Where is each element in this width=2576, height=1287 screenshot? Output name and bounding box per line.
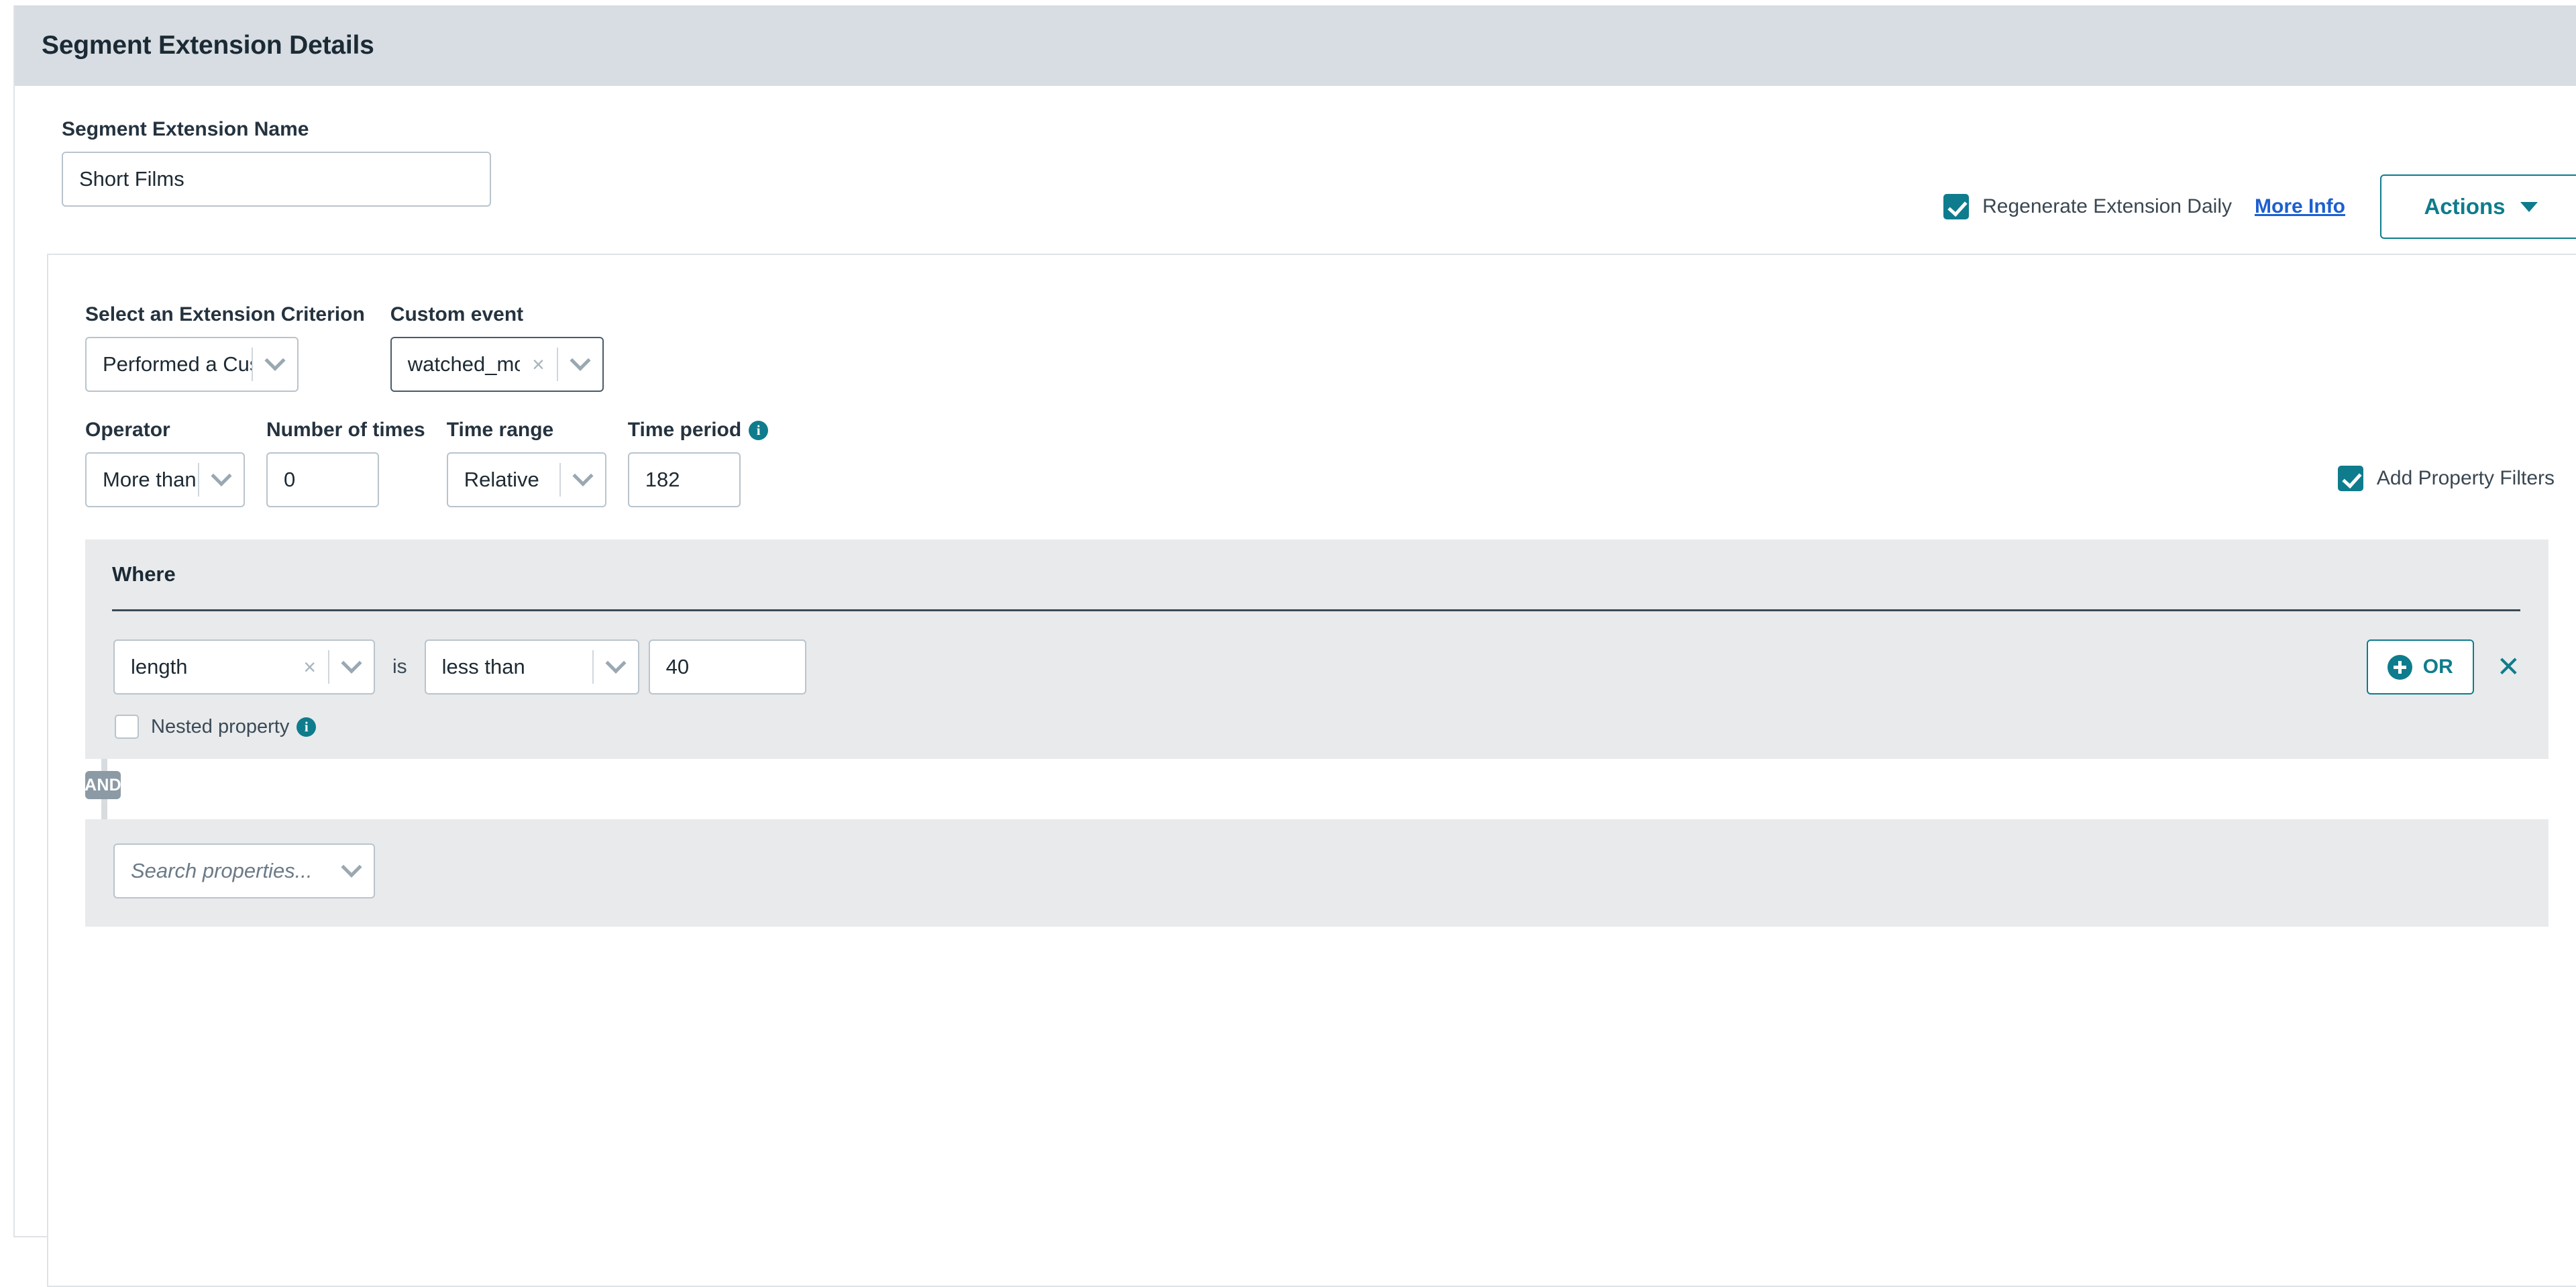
add-property-filters-checkbox[interactable] [2338, 466, 2363, 491]
property-value: length [115, 655, 291, 679]
name-row: Segment Extension Name Short Films Regen… [15, 86, 2576, 207]
number-of-times-field-group: Number of times 0 [266, 419, 425, 507]
criterion-select[interactable]: Performed a Custom Event [85, 337, 299, 392]
time-period-label-text: Time period [628, 419, 741, 441]
actions-button[interactable]: Actions [2380, 174, 2576, 239]
criterion-field-group: Select an Extension Criterion Performed … [85, 303, 365, 392]
where-panel: Where length × is less than [85, 539, 2548, 759]
chevron-down-icon [2520, 202, 2538, 212]
condition-value: less than [426, 655, 592, 679]
segment-name-label: Segment Extension Name [62, 118, 491, 141]
is-label: is [392, 656, 407, 678]
add-property-filters-group: Add Property Filters [2338, 466, 2555, 491]
search-properties-placeholder: Search properties... [115, 859, 329, 883]
custom-event-value: watched_movie [392, 352, 520, 376]
operator-field-group: Operator More than [85, 419, 245, 507]
time-period-label: Time period i [628, 419, 768, 442]
chevron-down-icon [594, 660, 638, 674]
nested-property-group: Nested property i [85, 694, 2548, 739]
nested-property-label: Nested property i [151, 716, 316, 738]
and-connector: AND [85, 759, 2548, 819]
condition-select[interactable]: less than [425, 639, 639, 694]
where-title: Where [112, 562, 176, 586]
regenerate-extension-daily-label: Regenerate Extension Daily [1982, 195, 2232, 218]
custom-event-select[interactable]: watched_movie × [390, 337, 604, 392]
regenerate-extension-daily-checkbox[interactable] [1943, 194, 1969, 219]
time-range-value: Relative [448, 468, 559, 492]
clear-icon[interactable]: × [291, 656, 328, 678]
filter-row-actions: OR ✕ [2367, 639, 2520, 694]
custom-event-label: Custom event [390, 303, 604, 326]
number-of-times-input[interactable]: 0 [266, 452, 379, 507]
chevron-down-icon [329, 864, 374, 878]
filter-value-input[interactable]: 40 [649, 639, 806, 694]
chevron-down-icon [561, 472, 605, 487]
page-title: Segment Extension Details [42, 31, 374, 60]
delete-filter-icon[interactable]: ✕ [2497, 653, 2520, 681]
where-panel-header: Where [85, 539, 2548, 586]
operator-value: More than [87, 468, 198, 492]
name-row-right-cluster: Regenerate Extension Daily More Info Act… [1943, 174, 2576, 239]
info-icon[interactable]: i [297, 717, 316, 737]
name-field-group: Segment Extension Name Short Films [62, 118, 491, 207]
time-range-select[interactable]: Relative [447, 452, 606, 507]
property-select[interactable]: length × [113, 639, 375, 694]
operator-select[interactable]: More than [85, 452, 245, 507]
chevron-down-icon [329, 660, 374, 674]
plus-icon [2387, 655, 2412, 680]
card-header: Segment Extension Details [15, 5, 2576, 86]
nested-property-checkbox[interactable] [115, 715, 139, 739]
clear-icon[interactable]: × [520, 354, 557, 375]
filter-row: length × is less than 40 [85, 611, 2548, 694]
actions-button-label: Actions [2424, 194, 2505, 219]
criterion-value: Performed a Custom Event [87, 352, 252, 376]
segment-name-input[interactable]: Short Films [62, 152, 491, 207]
operator-label: Operator [85, 419, 245, 442]
card-body: Segment Extension Name Short Films Regen… [15, 86, 2576, 207]
criteria-row-2: Operator More than Number of times 0 Tim… [48, 392, 2576, 507]
chevron-down-icon [253, 357, 297, 372]
and-badge[interactable]: AND [85, 771, 121, 799]
add-property-filters-label: Add Property Filters [2377, 467, 2555, 490]
time-period-input[interactable]: 182 [628, 452, 741, 507]
criterion-label: Select an Extension Criterion [85, 303, 365, 326]
more-info-link[interactable]: More Info [2255, 195, 2345, 218]
add-or-button-label: OR [2423, 656, 2453, 678]
time-range-field-group: Time range Relative [447, 419, 606, 507]
criteria-panel: Select an Extension Criterion Performed … [47, 254, 2576, 1287]
second-filter-group: Search properties... [85, 819, 2548, 927]
info-icon[interactable]: i [749, 421, 768, 440]
segment-extension-card: Segment Extension Details Segment Extens… [13, 5, 2576, 1237]
criteria-row-1: Select an Extension Criterion Performed … [48, 255, 2576, 392]
add-or-button[interactable]: OR [2367, 639, 2474, 694]
chevron-down-icon [199, 472, 244, 487]
chevron-down-icon [558, 357, 602, 372]
custom-event-field-group: Custom event watched_movie × [390, 303, 604, 392]
time-period-field-group: Time period i 182 [628, 419, 768, 507]
search-properties-select[interactable]: Search properties... [113, 843, 375, 898]
time-range-label: Time range [447, 419, 606, 442]
nested-property-label-text: Nested property [151, 716, 289, 737]
number-of-times-label: Number of times [266, 419, 425, 442]
